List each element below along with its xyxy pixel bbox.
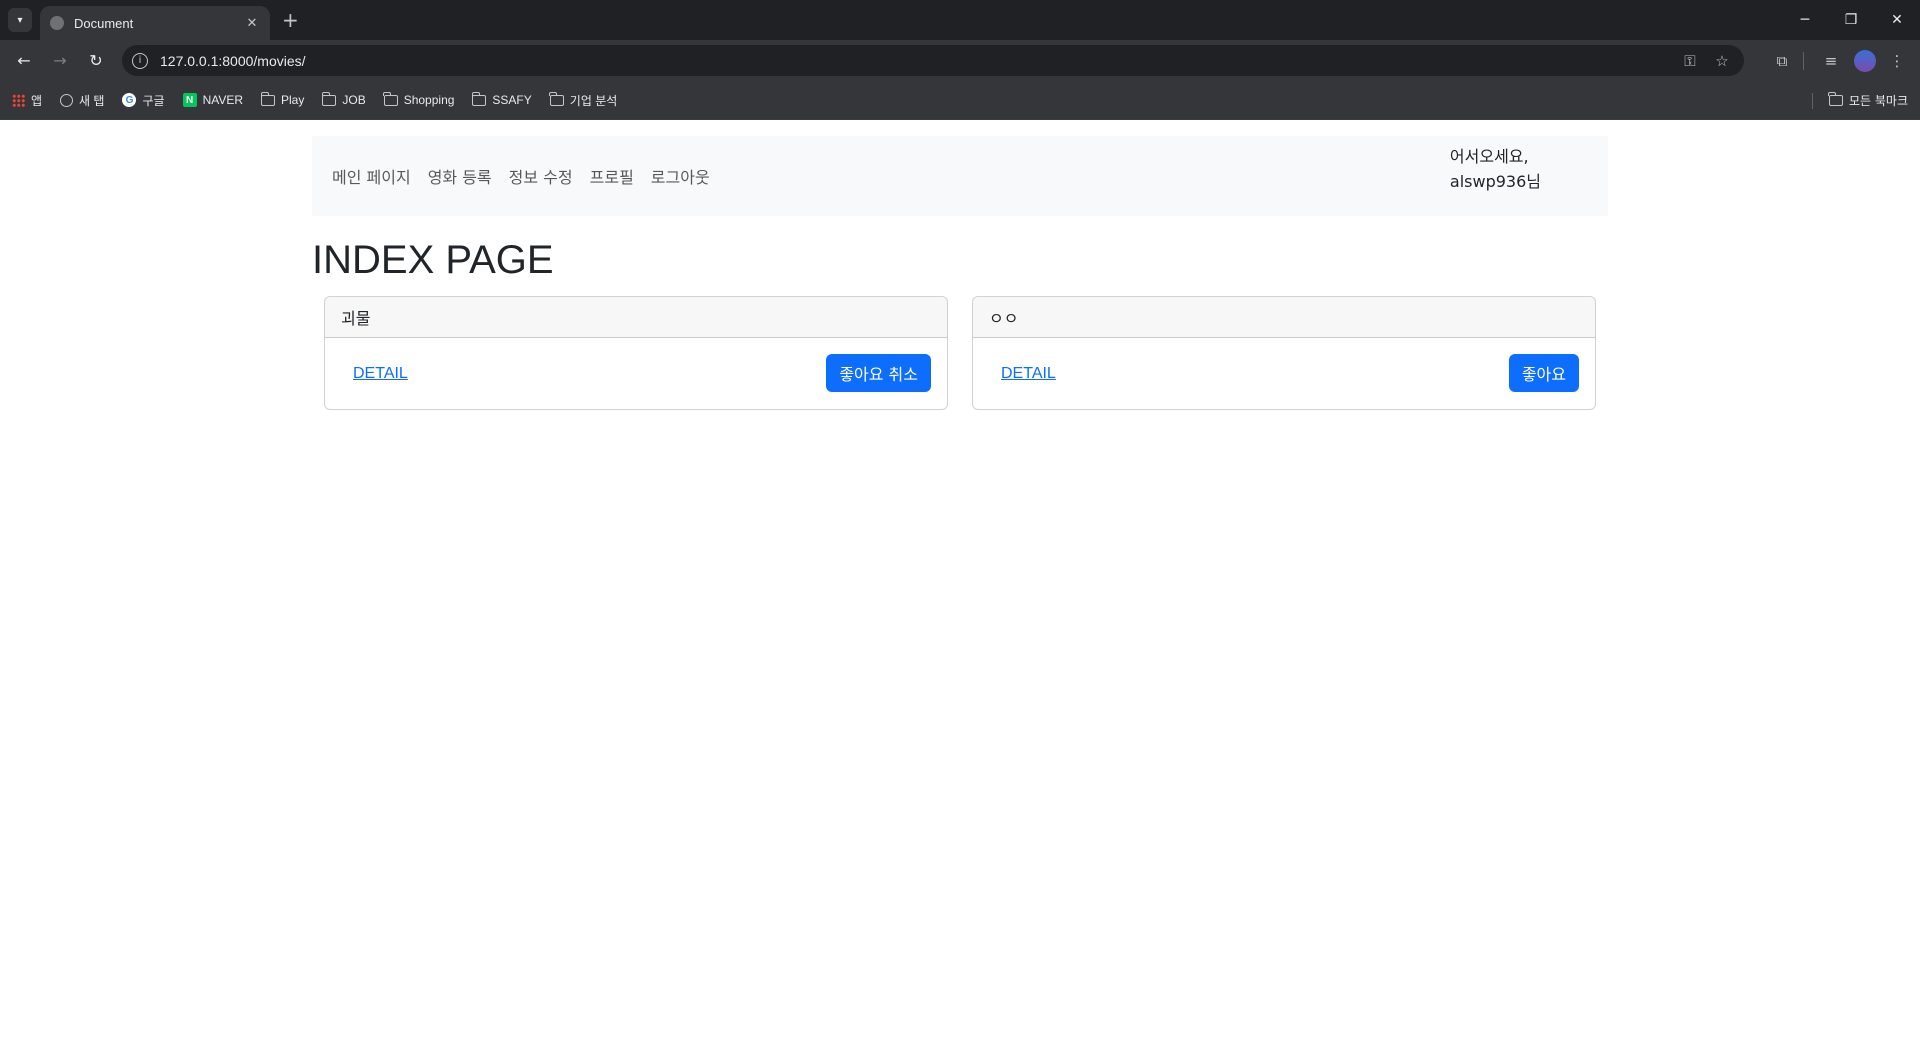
card-header: ㅇㅇ: [973, 297, 1595, 338]
all-bookmarks-label: 모든 북마크: [1848, 94, 1908, 108]
key-icon[interactable]: ⚿: [1678, 52, 1702, 70]
nav-links: 메인 페이지 영화 등록 정보 수정 프로필 로그아웃: [332, 164, 727, 188]
globe-icon: [60, 93, 74, 107]
restore-button[interactable]: ❐: [1828, 0, 1874, 40]
browser-chrome: ▾ Document ✕ + ─ ❐ ✕ ← → ↻ i 127.0.0.1:8…: [0, 0, 1920, 120]
folder-icon: [321, 91, 337, 106]
navbar: 메인 페이지 영화 등록 정보 수정 프로필 로그아웃 어서오세요, alswp…: [312, 136, 1608, 216]
nav-link-create-movie[interactable]: 영화 등록: [428, 164, 492, 188]
bookmark-new-tab[interactable]: 새 탭: [60, 92, 104, 109]
card-body: DETAIL 좋아요 취소: [325, 338, 947, 409]
minimize-button[interactable]: ─: [1782, 0, 1828, 40]
bookmark-folder-shopping[interactable]: Shopping: [383, 91, 455, 107]
naver-icon: N: [182, 93, 197, 107]
new-tab-button[interactable]: +: [282, 9, 299, 31]
folder-icon: [471, 91, 487, 106]
bookmarks-bar: 앱 새 탭 G 구글 N NAVER Play JOB Shopping SSA…: [0, 81, 1920, 120]
close-window-button[interactable]: ✕: [1874, 0, 1920, 40]
url-text[interactable]: 127.0.0.1:8000/movies/: [160, 53, 1670, 69]
tab-search-button[interactable]: ▾: [8, 8, 32, 32]
bookmark-apps[interactable]: 앱: [12, 92, 42, 109]
google-icon: G: [122, 93, 137, 107]
tab-active[interactable]: Document ✕: [40, 6, 270, 40]
welcome-line-1: 어서오세요,: [1449, 147, 1529, 166]
bookmark-label: 구글: [142, 93, 165, 108]
folder-icon: [383, 91, 398, 106]
bookmark-folder-ssafy[interactable]: SSAFY: [471, 91, 532, 107]
chevron-down-icon: ▾: [17, 14, 23, 26]
bookmark-label: 앱: [31, 93, 43, 108]
close-icon[interactable]: ✕: [244, 16, 260, 31]
more-menu-icon[interactable]: ⋮: [1882, 52, 1912, 70]
bookmark-google[interactable]: G 구글: [122, 92, 165, 109]
detail-link[interactable]: DETAIL: [1001, 365, 1056, 383]
detail-link[interactable]: DETAIL: [353, 365, 408, 383]
bookmark-label: NAVER: [202, 93, 244, 107]
tab-title: Document: [74, 15, 134, 31]
card-header: 괴물: [325, 297, 947, 338]
like-button[interactable]: 좋아요: [1508, 354, 1579, 392]
welcome-line-2: alswp936님: [1449, 172, 1541, 191]
browser-toolbar: ← → ↻ i 127.0.0.1:8000/movies/ ⚿ ☆ ⧉ ≡ ⋮: [0, 40, 1920, 81]
toolbar-right: ⧉ ≡ ⋮: [1761, 45, 1912, 76]
bookmark-naver[interactable]: N NAVER: [182, 93, 244, 107]
tab-strip: ▾ Document ✕ + ─ ❐ ✕: [0, 0, 1920, 40]
movie-card: ㅇㅇ DETAIL 좋아요: [972, 296, 1596, 410]
bookmarks-divider: [1811, 92, 1813, 109]
folder-icon: [260, 91, 276, 106]
globe-icon: [50, 16, 64, 30]
bookmark-label: Play: [281, 93, 305, 107]
welcome-message: 어서오세요, alswp936님: [1450, 144, 1541, 194]
nav-link-edit-info[interactable]: 정보 수정: [509, 164, 573, 188]
card-body: DETAIL 좋아요: [973, 338, 1595, 409]
folder-icon: [549, 91, 564, 106]
reload-button[interactable]: ↻: [80, 45, 112, 77]
bookmark-folder-company[interactable]: 기업 분석: [549, 91, 618, 109]
forward-button[interactable]: →: [44, 45, 76, 77]
site-info-icon[interactable]: i: [132, 52, 148, 69]
toolbar-divider: [1803, 51, 1804, 70]
nav-link-logout[interactable]: 로그아웃: [651, 164, 710, 188]
apps-icon: [12, 93, 25, 107]
bookmark-label: SSAFY: [492, 93, 532, 107]
profile-avatar[interactable]: [1854, 49, 1876, 72]
extensions-icon[interactable]: ⧉: [1767, 52, 1797, 70]
nav-link-main[interactable]: 메인 페이지: [332, 164, 411, 188]
nav-link-profile[interactable]: 프로필: [590, 164, 634, 188]
media-control-icon[interactable]: ≡: [1816, 52, 1846, 70]
window-controls: ─ ❐ ✕: [1782, 0, 1920, 40]
bookmark-label: Shopping: [403, 93, 455, 107]
address-bar[interactable]: i 127.0.0.1:8000/movies/ ⚿ ☆: [122, 45, 1744, 76]
bookmark-folder-play[interactable]: Play: [260, 91, 305, 107]
movie-card: 괴물 DETAIL 좋아요 취소: [324, 296, 948, 410]
page-content: 메인 페이지 영화 등록 정보 수정 프로필 로그아웃 어서오세요, alswp…: [0, 120, 1920, 1039]
folder-icon: [1828, 92, 1843, 106]
unlike-button[interactable]: 좋아요 취소: [826, 354, 931, 392]
bookmark-label: 새 탭: [79, 93, 105, 108]
bookmark-folder-job[interactable]: JOB: [321, 91, 366, 107]
page-title: INDEX PAGE: [312, 238, 554, 282]
star-icon[interactable]: ☆: [1710, 52, 1734, 70]
bookmark-label: 기업 분석: [569, 93, 618, 108]
all-bookmarks[interactable]: 모든 북마크: [1811, 81, 1908, 120]
back-button[interactable]: ←: [8, 45, 40, 77]
bookmark-label: JOB: [342, 93, 366, 107]
